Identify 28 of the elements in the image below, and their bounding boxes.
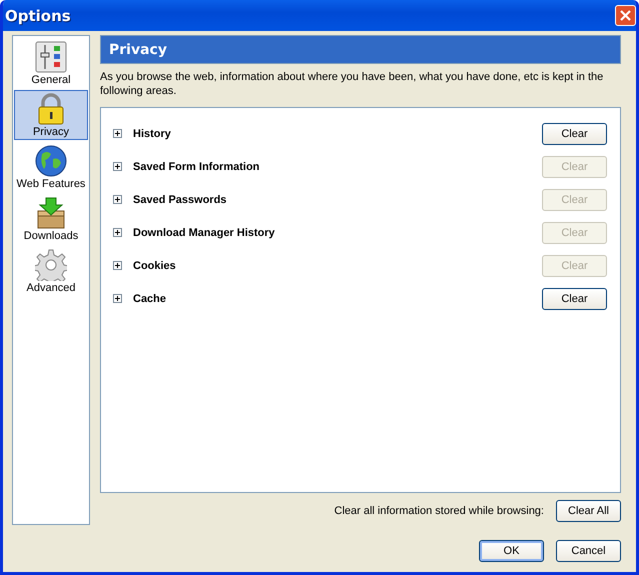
close-icon — [619, 9, 632, 22]
cancel-button[interactable]: Cancel — [556, 540, 621, 562]
sliders-icon — [35, 41, 67, 73]
sidebar-item[interactable]: Advanced — [14, 246, 88, 296]
category-label: Saved Passwords — [133, 194, 228, 206]
category-label: Download Manager History — [133, 226, 276, 238]
clear-button[interactable]: Clear — [542, 288, 607, 310]
sidebar-item[interactable]: Downloads — [14, 194, 88, 244]
category-label: Cache — [133, 292, 168, 304]
sidebar-item[interactable]: Privacy — [14, 90, 88, 140]
expand-toggle[interactable] — [113, 129, 122, 138]
category-label: Cookies — [133, 260, 177, 272]
ok-button[interactable]: OK — [479, 540, 544, 562]
gear-icon — [35, 249, 67, 281]
globe-icon — [35, 145, 67, 177]
clear-button[interactable]: Clear — [542, 122, 607, 144]
download-box-icon — [35, 197, 67, 229]
category-label: Saved Form Information — [133, 160, 261, 172]
close-button[interactable] — [615, 5, 636, 26]
panel-title: Privacy — [109, 42, 167, 58]
clear-all-button[interactable]: Clear All — [556, 500, 621, 522]
description-text: As you browse the web, information about where you have been, what you have done, etc is kept in the following areas. — [100, 70, 604, 98]
category-label: History — [133, 128, 172, 140]
sidebar-item[interactable]: Web Features — [14, 142, 88, 192]
clear-all-label: Clear all information stored while browsing: — [334, 505, 544, 517]
expand-toggle[interactable] — [113, 294, 122, 303]
sidebar-item[interactable]: General — [14, 38, 88, 88]
window-title: Options — [5, 6, 71, 24]
